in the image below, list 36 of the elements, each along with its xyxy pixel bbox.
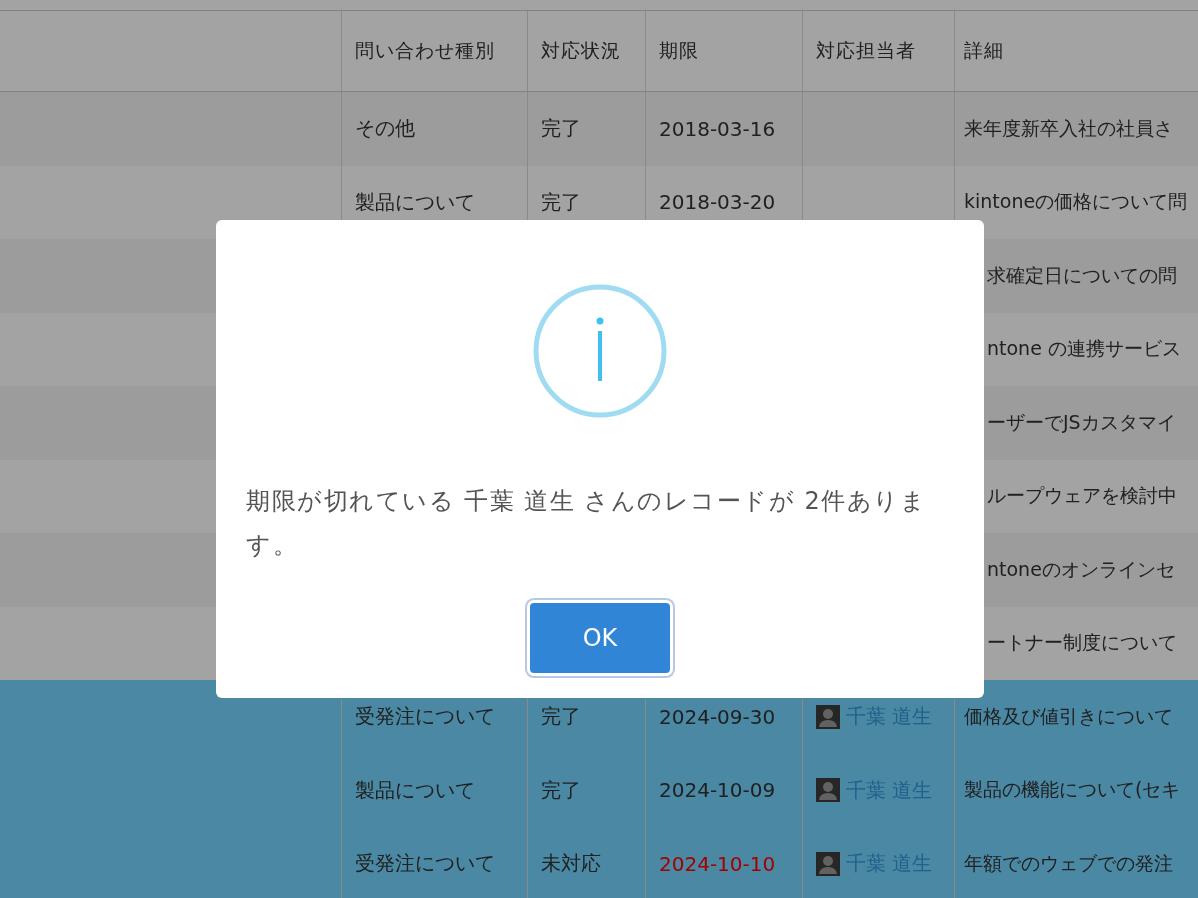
table-cell-text: 求確定日についての問 [987, 262, 1177, 288]
table-cell: 完了 [541, 115, 581, 143]
table-cell: 受発注について [355, 850, 495, 878]
column-header[interactable]: 対応担当者 [816, 38, 916, 64]
table-cell-text: 製品の機能について(セキ [964, 777, 1181, 803]
table-cell-text: kintoneの価格について問 [964, 189, 1188, 215]
column-header[interactable]: 期限 [659, 38, 699, 64]
table-cell: 完了 [541, 703, 581, 731]
table-cell: その他 [355, 115, 415, 143]
user-icon [816, 851, 840, 876]
dialog-message: 期限が切れている 千葉 道生 さんのレコードが 2件あります。 [246, 486, 928, 561]
table-cell: 完了 [541, 188, 581, 216]
info-icon [533, 284, 667, 418]
table-cell-text: ntone の連携サービス [987, 336, 1181, 362]
table-cell: 製品について [355, 776, 475, 804]
table-cell-text: ーザーでJSカスタマイ [987, 409, 1176, 435]
table-cell: 2018-03-20 [659, 190, 776, 215]
table-cell-text: 年額でのウェブでの発注 [964, 850, 1173, 876]
table-cell: 2024-10-10 [659, 851, 776, 876]
table-cell-text: 価格及び値引きについて [964, 703, 1173, 729]
table-cell-text: ntoneのオンラインセ [987, 556, 1175, 582]
table-cell: 製品について [355, 188, 475, 216]
table-cell: 受発注について [355, 703, 495, 731]
user-icon [816, 704, 840, 729]
user-icon [816, 778, 840, 803]
table-cell: 2024-09-30 [659, 704, 776, 729]
table-cell: 2024-10-09 [659, 778, 776, 803]
table-cell: 2018-03-16 [659, 116, 776, 141]
column-header[interactable]: 問い合わせ種別 [355, 38, 495, 64]
table-cell: 完了 [541, 776, 581, 804]
table-cell-text: ートナー制度について [987, 630, 1177, 656]
column-header[interactable]: 詳細 [964, 38, 1004, 64]
column-header[interactable]: 対応状況 [541, 38, 621, 64]
table-cell-text: ループウェアを検討中 [987, 483, 1177, 509]
table-cell: 未対応 [541, 850, 601, 878]
table-cell-text: 来年度新卒入社の社員さ [964, 115, 1173, 141]
